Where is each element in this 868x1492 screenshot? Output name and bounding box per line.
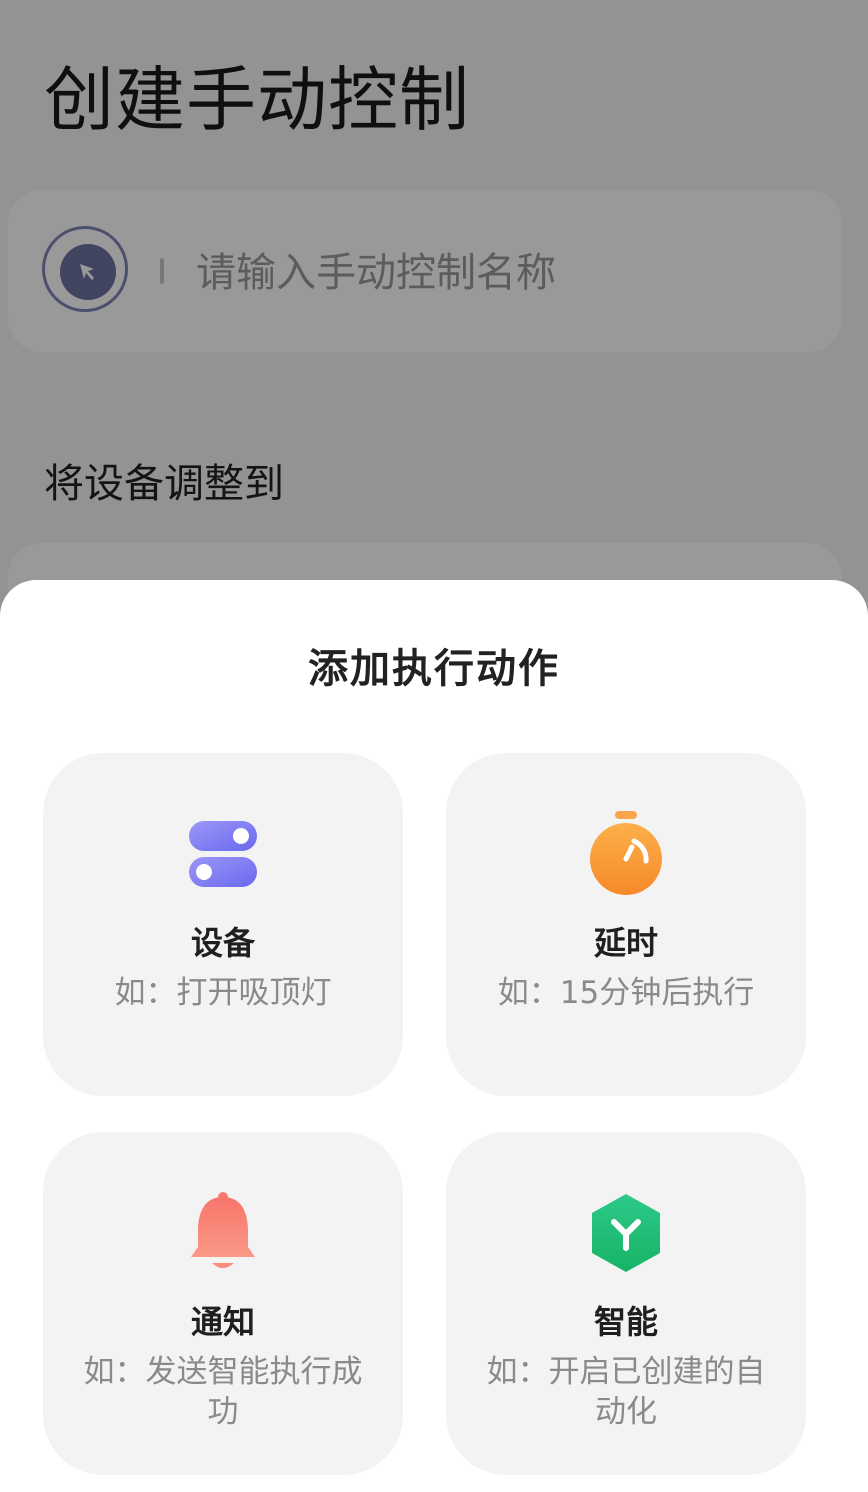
option-delay-title: 延时 bbox=[593, 924, 658, 962]
option-device-desc: 如：打开吸顶灯 bbox=[114, 975, 332, 1011]
option-notify-title: 通知 bbox=[190, 1303, 255, 1341]
option-smart-title: 智能 bbox=[593, 1303, 658, 1341]
option-device-card[interactable]: 设备 如：打开吸顶灯 bbox=[43, 753, 403, 1096]
option-notify-card[interactable]: 通知 如：发送智能执行成功 bbox=[43, 1132, 403, 1475]
option-device-title: 设备 bbox=[190, 924, 255, 962]
screen: 创建手动控制 将设备调整到 添加执行动作 bbox=[0, 0, 868, 1492]
sheet-title: 添加执行动作 bbox=[308, 646, 560, 692]
option-delay-card[interactable]: 延时 如：15分钟后执行 bbox=[446, 753, 806, 1096]
toggle-switches-icon bbox=[43, 809, 403, 899]
option-smart-desc: 如：开启已创建的自动化 bbox=[486, 1354, 766, 1430]
smart-hexagon-icon bbox=[446, 1188, 806, 1278]
option-delay-desc: 如：15分钟后执行 bbox=[497, 975, 755, 1011]
option-notify-desc: 如：发送智能执行成功 bbox=[83, 1354, 363, 1430]
stopwatch-icon bbox=[446, 809, 806, 899]
option-smart-card[interactable]: 智能 如：开启已创建的自动化 bbox=[446, 1132, 806, 1475]
bell-icon bbox=[43, 1188, 403, 1278]
